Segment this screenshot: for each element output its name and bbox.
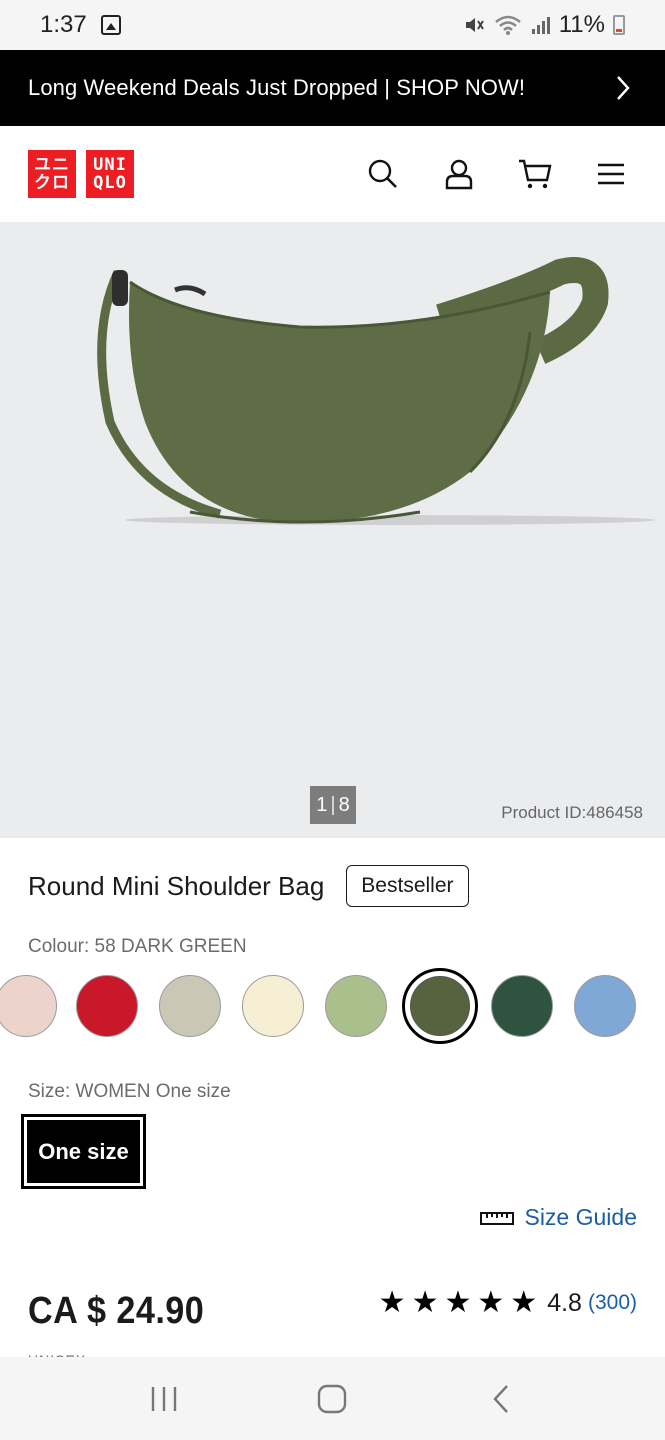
logo-latin-top: UNI: [93, 155, 127, 175]
product-title: Round Mini Shoulder Bag: [28, 870, 325, 901]
logo-latin-bottom: QLO: [93, 173, 127, 193]
star-icon: ★: [510, 1286, 538, 1319]
product-rating[interactable]: ★ ★ ★ ★ ★ 4.8 (300): [379, 1288, 637, 1318]
counter-current: 1: [316, 793, 328, 816]
title-row: Round Mini Shoulder Bag Bestseller: [28, 865, 469, 907]
logo-katakana: ユニ クロ: [28, 150, 76, 198]
logo-katakana-top: ユニ: [34, 155, 70, 175]
wifi-icon: [494, 15, 521, 35]
image-counter: 1 | 8: [310, 786, 356, 824]
signal-icon: [531, 17, 550, 34]
colour-swatch[interactable]: [242, 975, 304, 1037]
product-id: Product ID:486458: [501, 803, 643, 822]
colour-swatch-selected[interactable]: [402, 968, 478, 1044]
home-icon[interactable]: [302, 1369, 362, 1429]
recent-apps-icon[interactable]: [134, 1369, 194, 1429]
battery-percent: 11%: [558, 11, 605, 38]
status-indicators: 11%: [463, 11, 625, 39]
colour-swatch[interactable]: [76, 975, 138, 1037]
account-icon[interactable]: [441, 156, 477, 192]
counter-divider: |: [330, 793, 336, 816]
bag-illustration: [97, 257, 655, 525]
battery-icon: [613, 15, 625, 35]
status-time: 1:37: [40, 11, 87, 38]
colour-swatch[interactable]: [0, 975, 57, 1037]
rating-stars: ★ ★ ★ ★ ★: [379, 1288, 538, 1318]
bestseller-badge: Bestseller: [346, 865, 469, 907]
size-guide-link[interactable]: Size Guide: [480, 1204, 637, 1231]
star-icon: ★: [378, 1286, 406, 1319]
site-header: ユニ クロ UNI QLO: [0, 126, 665, 222]
cart-icon[interactable]: [517, 156, 553, 192]
colour-label: Colour: 58 DARK GREEN: [28, 936, 247, 957]
product-image[interactable]: [0, 222, 665, 838]
selected-swatch-fill: [410, 976, 470, 1036]
promo-text: Long Weekend Deals Just Dropped | SHOP N…: [28, 75, 526, 100]
size-option-label: One size: [27, 1120, 140, 1183]
colour-swatch[interactable]: [574, 975, 636, 1037]
ruler-icon: [480, 1211, 515, 1225]
search-icon[interactable]: [365, 156, 401, 192]
promo-banner[interactable]: Long Weekend Deals Just Dropped | SHOP N…: [0, 50, 665, 126]
gallery-notification-icon: [100, 15, 121, 35]
colour-swatch[interactable]: [325, 975, 387, 1037]
star-icon: ★: [477, 1286, 505, 1319]
product-price: CA $ 24.90: [28, 1290, 205, 1332]
colour-swatch[interactable]: [491, 975, 553, 1037]
star-icon: ★: [444, 1286, 472, 1319]
logo-latin: UNI QLO: [86, 150, 134, 198]
counter-total: 8: [338, 793, 350, 816]
rating-value: 4.8: [547, 1288, 582, 1317]
header-actions: [365, 156, 637, 192]
size-label: Size: WOMEN One size: [28, 1081, 231, 1102]
uniqlo-logo[interactable]: ユニ クロ UNI QLO: [28, 150, 134, 198]
status-bar: 1:37 11%: [0, 0, 665, 50]
chevron-right-icon[interactable]: [609, 74, 637, 102]
colour-swatches: [0, 968, 665, 1044]
menu-icon[interactable]: [593, 156, 629, 192]
size-guide-label: Size Guide: [524, 1204, 637, 1230]
logo-katakana-bottom: クロ: [34, 173, 70, 193]
review-count[interactable]: (300): [588, 1291, 637, 1315]
star-icon: ★: [411, 1286, 439, 1319]
mute-icon: [465, 18, 484, 32]
system-nav-bar: [0, 1357, 665, 1440]
back-icon[interactable]: [471, 1369, 531, 1429]
colour-swatch[interactable]: [159, 975, 221, 1037]
size-option-one-size[interactable]: One size: [21, 1114, 146, 1189]
